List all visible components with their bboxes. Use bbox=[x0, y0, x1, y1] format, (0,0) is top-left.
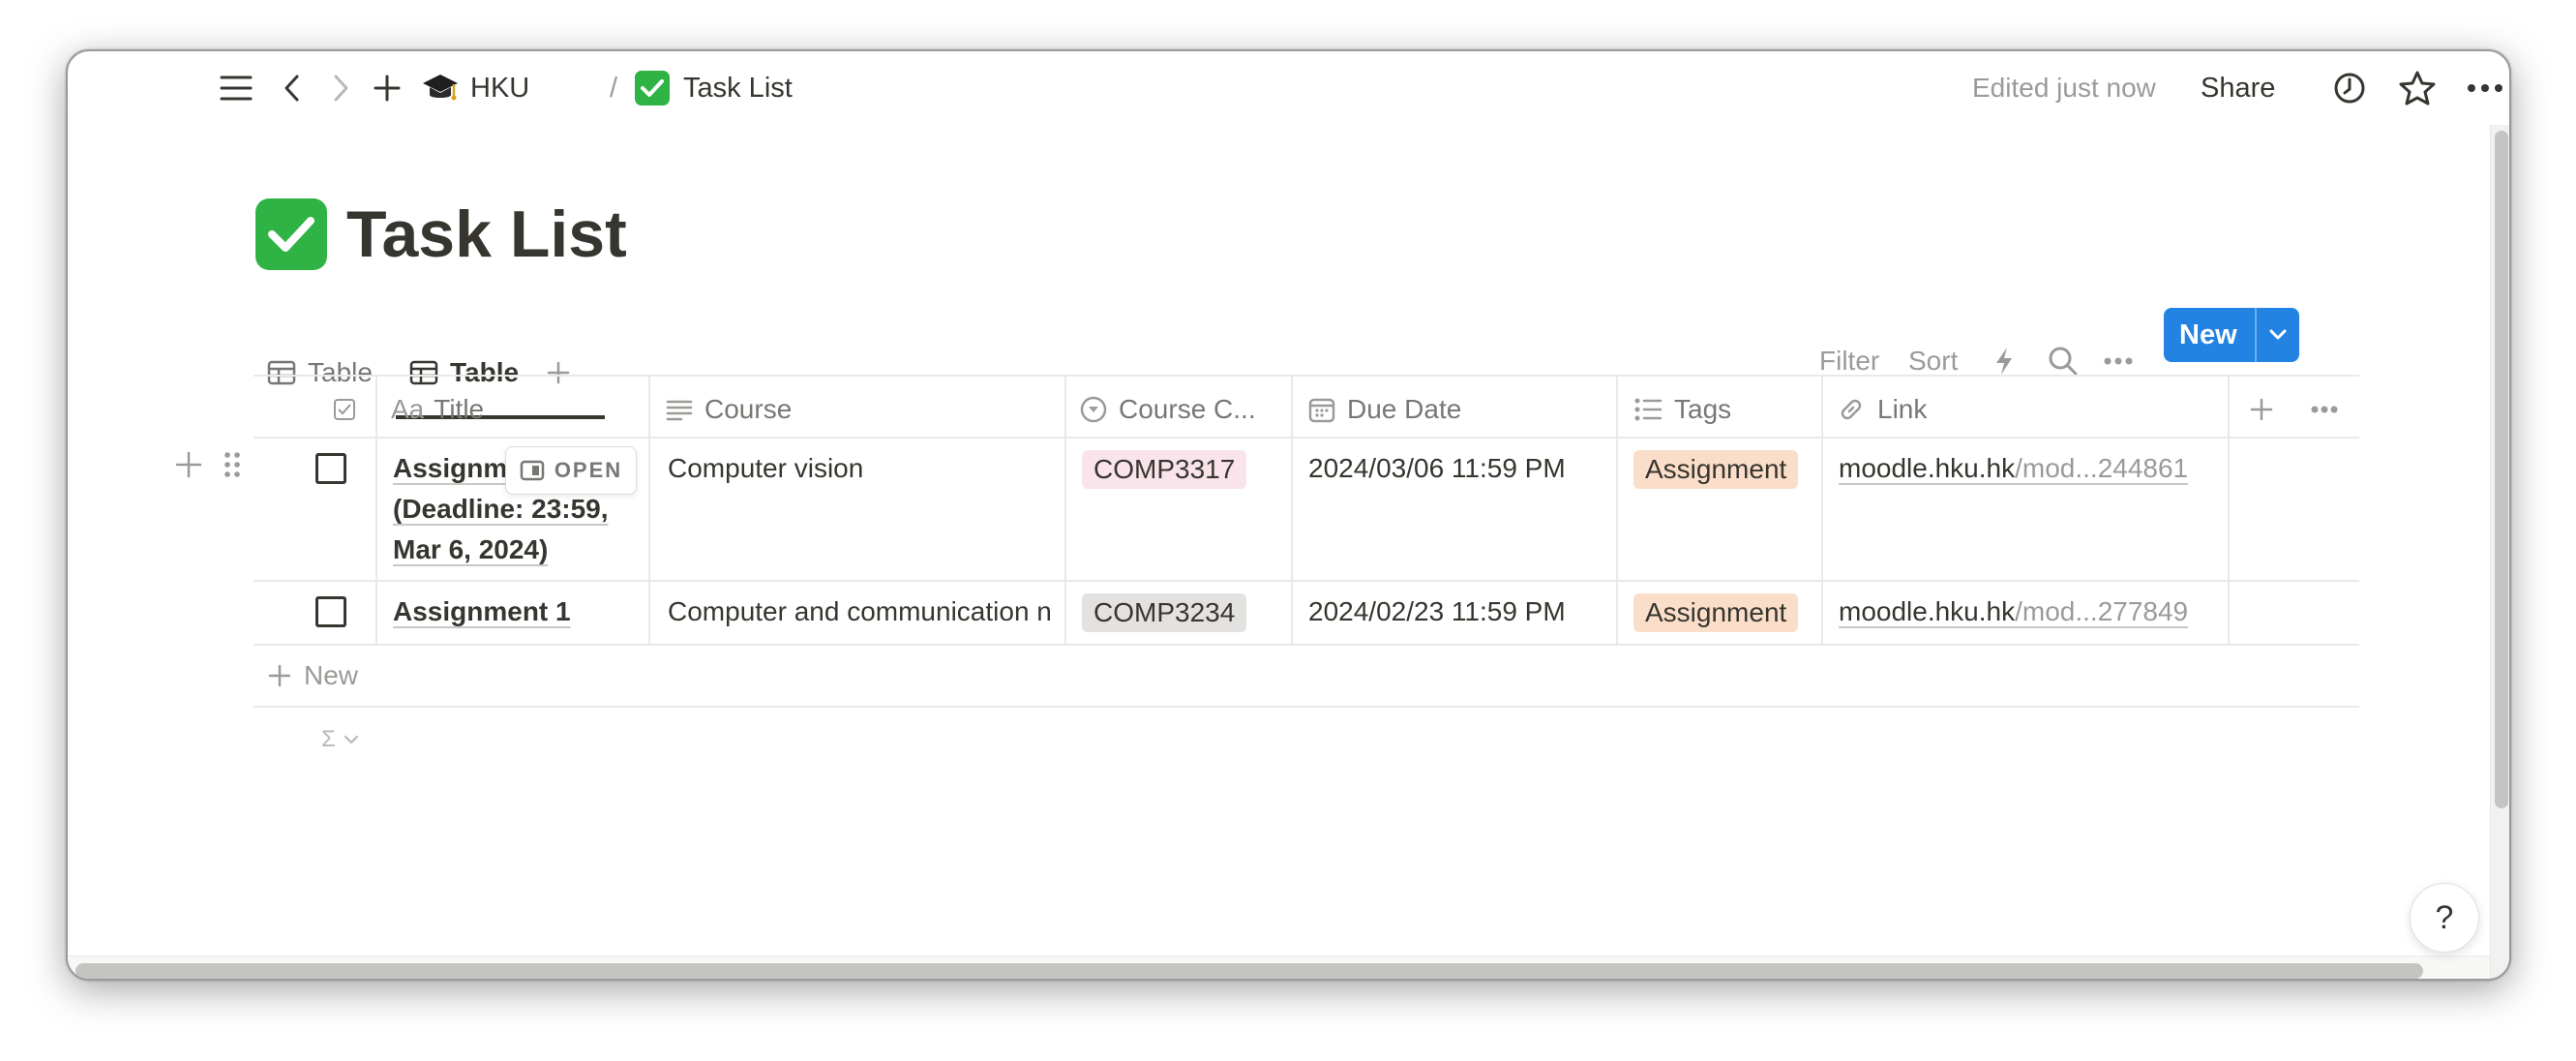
history-clock-icon[interactable] bbox=[2326, 65, 2373, 111]
column-header-title-label: Title bbox=[434, 394, 485, 424]
add-new-row-button[interactable]: New bbox=[267, 655, 358, 696]
row-link[interactable]: moodle.hku.hk/mod...244861 bbox=[1839, 448, 2188, 489]
add-property-icon[interactable] bbox=[2249, 379, 2286, 440]
column-divider bbox=[1821, 375, 1823, 644]
column-header-tags[interactable]: Tags bbox=[1633, 379, 1731, 440]
column-divider bbox=[375, 375, 377, 644]
search-icon[interactable] bbox=[2048, 334, 2079, 388]
row-title[interactable]: Assignment 1 bbox=[393, 591, 571, 632]
horizontal-scrollbar-thumb[interactable] bbox=[75, 963, 2423, 979]
table-icon bbox=[267, 360, 296, 385]
page-title[interactable]: Task List bbox=[255, 197, 627, 272]
row-title-line: Mar 6, 2024) bbox=[393, 534, 549, 564]
calculate-menu[interactable]: Σ bbox=[321, 719, 359, 760]
row-course[interactable]: Computer vision bbox=[668, 448, 1055, 489]
row-tags[interactable]: Assignment bbox=[1633, 449, 1799, 490]
text-icon: Aa bbox=[391, 394, 425, 424]
header-bottom-border bbox=[254, 437, 2359, 439]
column-divider bbox=[2228, 375, 2230, 644]
select-all-checkbox-icon[interactable] bbox=[333, 379, 368, 440]
row-link-host: moodle.hku.hk bbox=[1839, 453, 2016, 483]
course-code-tag: COMP3234 bbox=[1082, 593, 1247, 632]
open-row-label: OPEN bbox=[554, 458, 623, 482]
view-more-icon[interactable] bbox=[2104, 334, 2133, 388]
sidebar-menu-icon[interactable] bbox=[213, 65, 259, 111]
breadcrumb-separator: / bbox=[610, 72, 618, 104]
row-due-date[interactable]: 2024/03/06 11:59 PM bbox=[1308, 448, 1566, 489]
column-header-course[interactable]: Course bbox=[666, 379, 792, 440]
row-divider bbox=[254, 644, 2359, 646]
green-check-icon bbox=[255, 198, 327, 270]
open-row-button[interactable]: OPEN bbox=[505, 446, 637, 495]
row-tags[interactable]: Assignment bbox=[1633, 592, 1799, 633]
column-header-course-code[interactable]: Course C... bbox=[1080, 379, 1256, 440]
add-new-row-label: New bbox=[304, 660, 359, 690]
row-checkbox[interactable] bbox=[315, 596, 346, 627]
edited-status: Edited just now bbox=[1972, 73, 2156, 103]
row-link-path: /mod...244861 bbox=[2015, 453, 2189, 483]
row-course-code[interactable]: COMP3234 bbox=[1082, 592, 1247, 633]
topbar: HKU / Task List Edited just now Share bbox=[68, 51, 2509, 125]
table-more-icon[interactable] bbox=[2311, 379, 2350, 440]
row-due-date[interactable]: 2024/02/23 11:59 PM bbox=[1308, 591, 1566, 632]
new-row-divider bbox=[254, 706, 2359, 708]
help-button[interactable]: ? bbox=[2410, 883, 2479, 953]
course-code-tag: COMP3317 bbox=[1082, 450, 1247, 489]
column-header-due-date-label: Due Date bbox=[1347, 394, 1462, 424]
column-header-course-code-label: Course C... bbox=[1119, 394, 1256, 424]
breadcrumb-task-list[interactable]: Task List bbox=[635, 65, 793, 111]
breadcrumb-hku[interactable]: HKU bbox=[422, 65, 529, 111]
column-divider bbox=[1616, 375, 1618, 644]
column-divider bbox=[1291, 375, 1293, 644]
app-window: HKU / Task List Edited just now Share Ta… bbox=[66, 49, 2511, 981]
row-divider bbox=[254, 580, 2359, 582]
row-link[interactable]: moodle.hku.hk/mod...277849 bbox=[1839, 591, 2188, 632]
column-header-link-label: Link bbox=[1877, 394, 1928, 424]
green-check-icon bbox=[635, 71, 670, 106]
share-button[interactable]: Share bbox=[2201, 65, 2275, 111]
column-header-title[interactable]: Aa Title bbox=[391, 379, 484, 440]
drag-handle-icon[interactable] bbox=[223, 450, 242, 491]
column-header-tags-label: Tags bbox=[1674, 394, 1732, 424]
row-link-host: moodle.hku.hk bbox=[1839, 596, 2016, 626]
add-row-plus-icon[interactable] bbox=[174, 450, 203, 491]
column-divider bbox=[648, 375, 650, 644]
table-top-border bbox=[254, 375, 2359, 377]
row-course-code[interactable]: COMP3317 bbox=[1082, 449, 1247, 490]
row-link-path: /mod...277849 bbox=[2015, 596, 2189, 626]
plus-icon bbox=[268, 664, 291, 687]
page-title-text: Task List bbox=[346, 197, 627, 271]
more-options-icon[interactable] bbox=[2462, 65, 2508, 111]
row-title-line: (Deadline: 23:59, bbox=[393, 494, 609, 524]
add-view-icon[interactable] bbox=[546, 346, 583, 400]
favorite-star-icon[interactable] bbox=[2394, 65, 2441, 111]
column-header-course-label: Course bbox=[704, 394, 793, 424]
breadcrumb-task-list-label: Task List bbox=[683, 72, 793, 104]
breadcrumb-hku-label: HKU bbox=[470, 72, 530, 104]
row-course[interactable]: Computer and communication n bbox=[668, 591, 1063, 632]
tag-badge: Assignment bbox=[1633, 593, 1799, 632]
add-page-icon[interactable] bbox=[364, 65, 410, 111]
column-header-due-date[interactable]: Due Date bbox=[1308, 379, 1461, 440]
graduation-cap-icon bbox=[422, 73, 459, 104]
sigma-icon: Σ bbox=[321, 726, 336, 752]
tag-badge: Assignment bbox=[1633, 450, 1799, 489]
vertical-scrollbar-thumb[interactable] bbox=[2495, 131, 2508, 808]
calendar-icon bbox=[1308, 398, 1335, 423]
column-header-link[interactable]: Link bbox=[1837, 379, 1927, 440]
new-record-button[interactable]: New bbox=[2164, 308, 2299, 362]
row-checkbox[interactable] bbox=[315, 453, 346, 484]
automation-lightning-icon[interactable] bbox=[1993, 334, 2015, 388]
link-icon bbox=[1841, 399, 1862, 420]
chevron-down-icon[interactable] bbox=[2255, 308, 2299, 362]
list-icon bbox=[1634, 398, 1662, 421]
back-arrow-icon[interactable] bbox=[269, 65, 315, 111]
lines-icon bbox=[666, 400, 693, 421]
chevron-down-icon bbox=[344, 735, 358, 744]
column-divider bbox=[1064, 375, 1066, 644]
select-icon bbox=[1080, 396, 1107, 423]
side-peek-icon bbox=[520, 460, 545, 481]
forward-arrow-icon[interactable] bbox=[317, 65, 364, 111]
new-record-label: New bbox=[2179, 318, 2237, 350]
